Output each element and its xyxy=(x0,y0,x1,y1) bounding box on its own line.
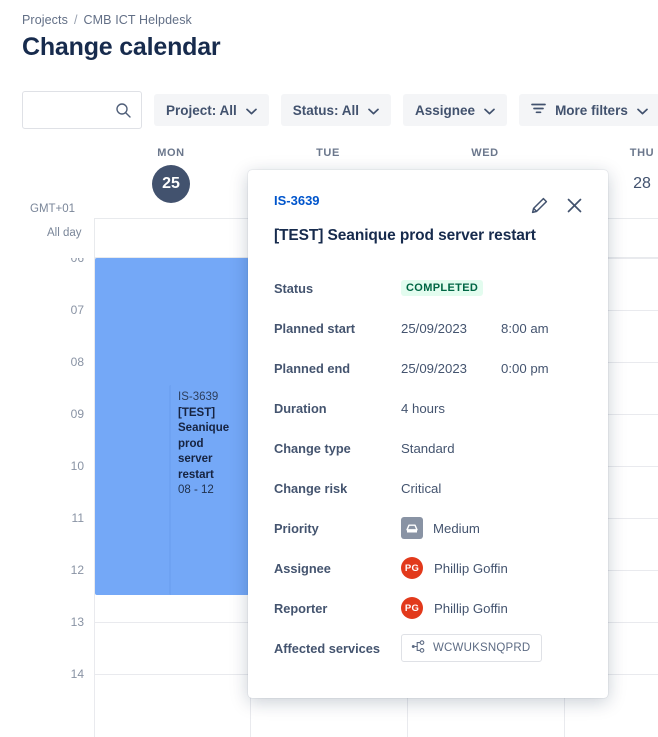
field-label: Priority xyxy=(274,520,319,536)
field-value: Medium xyxy=(401,517,480,539)
field-value: COMPLETED xyxy=(401,280,484,296)
filter-icon xyxy=(531,102,546,118)
hour-label: 14 xyxy=(70,667,84,681)
search-box[interactable] xyxy=(22,91,142,129)
field-label: Change risk xyxy=(274,480,348,496)
field-value: WCWUKSNQPRD xyxy=(401,634,543,662)
timezone-label: GMT+01 xyxy=(30,203,76,215)
event-detail-popup: IS-3639 [TEST] Seanique prod server rest… xyxy=(248,170,608,698)
avatar[interactable]: PG xyxy=(401,557,423,579)
priority-medium-icon xyxy=(401,517,423,539)
search-icon xyxy=(115,102,132,124)
hour-label: 11 xyxy=(71,511,84,525)
chevron-down-icon xyxy=(245,103,257,118)
field-value: PG Phillip Goffin xyxy=(401,597,508,619)
calendar-day-mon[interactable]: MON 25 xyxy=(131,147,211,203)
calendar-day-dow: THU xyxy=(629,147,655,159)
field-label: Duration xyxy=(274,400,327,416)
chevron-down-icon xyxy=(636,103,648,118)
hour-label: 10 xyxy=(70,459,84,473)
planned-start-time: 8:00 am xyxy=(501,320,549,336)
planned-end-date: 25/09/2023 xyxy=(401,360,468,376)
chevron-down-icon xyxy=(368,103,379,118)
planned-start-date: 25/09/2023 xyxy=(401,320,468,336)
priority-value: Medium xyxy=(433,520,480,536)
calendar-event-key: IS-3639 xyxy=(178,391,219,403)
assignee-name: Phillip Goffin xyxy=(434,560,508,576)
field-label: Reporter xyxy=(274,600,328,616)
field-value: 25/09/2023 8:00 am xyxy=(401,321,549,336)
calendar-day-number: 25 xyxy=(152,165,190,203)
more-filters-button[interactable]: More filters xyxy=(519,94,658,126)
filter-assignee-button[interactable]: Assignee xyxy=(403,94,508,126)
calendar-day-thu[interactable]: THU 28 xyxy=(602,147,658,203)
field-assignee: Assignee PG Phillip Goffin xyxy=(274,548,582,588)
popup-issue-key-link[interactable]: IS-3639 xyxy=(274,193,320,208)
calendar-day-dow: WED xyxy=(471,147,499,159)
field-label: Affected services xyxy=(274,640,380,656)
planned-end-time: 0:00 pm xyxy=(501,360,549,376)
field-change-type: Change type Standard xyxy=(274,428,582,468)
field-affected-services: Affected services WCWUKSNQPRD xyxy=(274,628,582,668)
more-filters-label: More filters xyxy=(555,102,628,118)
close-icon[interactable] xyxy=(565,196,584,215)
field-value: Standard xyxy=(401,440,455,456)
filter-bar: Project: All Status: All Assignee More f… xyxy=(22,91,658,129)
hour-label: 08 xyxy=(70,355,84,369)
calendar-day-number: 28 xyxy=(633,175,651,192)
field-value: 25/09/2023 0:00 pm xyxy=(401,361,549,376)
share-nodes-icon xyxy=(411,640,425,656)
field-value: PG Phillip Goffin xyxy=(401,557,508,579)
all-day-label: All day xyxy=(47,227,82,239)
avatar[interactable]: PG xyxy=(401,597,423,619)
breadcrumb-projects[interactable]: Projects xyxy=(22,13,68,27)
field-reporter: Reporter PG Phillip Goffin xyxy=(274,588,582,628)
breadcrumb-separator: / xyxy=(73,13,78,27)
field-priority: Priority Medium xyxy=(274,508,582,548)
field-label: Status xyxy=(274,280,314,296)
field-label: Change type xyxy=(274,440,351,456)
popup-actions xyxy=(530,196,584,215)
filter-assignee-label: Assignee xyxy=(415,102,476,118)
search-input[interactable] xyxy=(31,101,123,119)
breadcrumb-project[interactable]: CMB ICT Helpdesk xyxy=(84,13,192,27)
breadcrumb: Projects / CMB ICT Helpdesk xyxy=(22,13,192,27)
field-label: Planned start xyxy=(274,320,356,336)
time-gutter: 06 07 08 09 10 11 12 13 14 xyxy=(0,258,94,737)
field-planned-start: Planned start 25/09/2023 8:00 am xyxy=(274,308,582,348)
popup-field-list: Status COMPLETED Planned start 25/09/202… xyxy=(274,268,582,668)
filter-status-button[interactable]: Status: All xyxy=(280,94,392,126)
field-label: Planned end xyxy=(274,360,351,376)
filter-project-label: Project: All xyxy=(166,102,237,118)
page-title: Change calendar xyxy=(22,33,221,61)
calendar-day-dow: TUE xyxy=(316,147,340,159)
popup-title: [TEST] Seanique prod server restart xyxy=(274,227,536,244)
calendar-day-dow: MON xyxy=(157,147,185,159)
hour-label: 13 xyxy=(70,615,84,629)
affected-service-pill[interactable]: WCWUKSNQPRD xyxy=(401,634,543,662)
pencil-icon[interactable] xyxy=(530,196,549,215)
affected-service-name: WCWUKSNQPRD xyxy=(433,642,531,654)
hour-label: 12 xyxy=(70,563,84,577)
filter-status-label: Status: All xyxy=(292,102,360,118)
field-duration: Duration 4 hours xyxy=(274,388,582,428)
calendar-event-time: 08 - 12 xyxy=(178,484,214,496)
hour-label: 06 xyxy=(70,258,84,265)
filter-project-button[interactable]: Project: All xyxy=(154,94,269,126)
hour-label: 09 xyxy=(70,407,84,421)
field-change-risk: Change risk Critical xyxy=(274,468,582,508)
calendar-event-card[interactable]: IS-3639 [TEST] Seanique prod server rest… xyxy=(169,385,244,595)
field-label: Assignee xyxy=(274,560,331,576)
field-value: Critical xyxy=(401,480,442,496)
field-value: 4 hours xyxy=(401,400,445,416)
field-status: Status COMPLETED xyxy=(274,268,582,308)
status-badge: COMPLETED xyxy=(401,280,484,296)
calendar-event-summary: [TEST] Seanique prod server restart xyxy=(178,406,230,481)
reporter-name: Phillip Goffin xyxy=(434,600,508,616)
field-planned-end: Planned end 25/09/2023 0:00 pm xyxy=(274,348,582,388)
change-calendar-page: Projects / CMB ICT Helpdesk Change calen… xyxy=(0,0,658,737)
chevron-down-icon xyxy=(484,103,495,118)
hour-label: 07 xyxy=(70,303,84,317)
